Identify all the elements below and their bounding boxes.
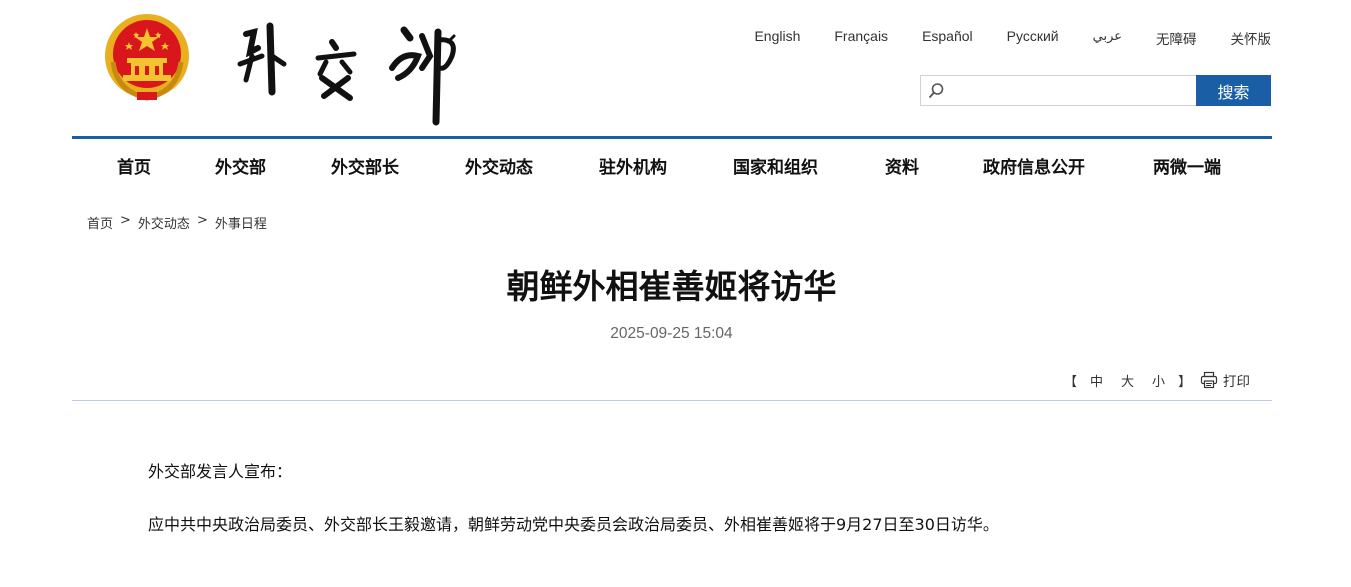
content-divider xyxy=(72,400,1272,401)
search-input[interactable] xyxy=(949,78,1189,103)
breadcrumb-diplomatic-news-link[interactable]: 外交动态 xyxy=(138,213,190,232)
search-box xyxy=(920,75,1197,106)
main-nav: 首页 外交部 外交部长 外交动态 驻外机构 国家和组织 资料 政府信息公开 两微… xyxy=(72,139,1272,189)
breadcrumb-separator: > xyxy=(196,213,208,228)
nav-item-countries-organizations[interactable]: 国家和组织 xyxy=(733,153,818,178)
nav-item-minister[interactable]: 外交部长 xyxy=(331,153,399,178)
site-header: English Français Español Русский عربي 无障… xyxy=(0,0,1351,136)
search-button[interactable]: 搜索 xyxy=(1196,75,1271,106)
article-paragraph: 外交部发言人宣布： xyxy=(148,462,293,481)
search-icon xyxy=(928,83,944,99)
language-bar: English Français Español Русский عربي 无障… xyxy=(754,28,1271,48)
font-size-medium-button[interactable]: 大 xyxy=(1121,371,1134,390)
article-paragraph: 应中共中央政治局委员、外交部长王毅邀请，朝鲜劳动党中央委员会政治局委员、外相崔善… xyxy=(148,515,999,534)
breadcrumb-home-link[interactable]: 首页 xyxy=(87,213,113,232)
elderly-care-mode-link[interactable]: 关怀版 xyxy=(1231,28,1272,48)
print-label: 打印 xyxy=(1223,374,1250,390)
printer-icon xyxy=(1200,371,1218,389)
lang-arabic-link[interactable]: عربي xyxy=(1093,28,1122,48)
lang-english-link[interactable]: English xyxy=(754,28,800,48)
breadcrumb-schedule-link[interactable]: 外事日程 xyxy=(215,213,267,232)
font-size-small-button[interactable]: 小 xyxy=(1152,371,1165,390)
nav-item-diplomatic-news[interactable]: 外交动态 xyxy=(465,153,533,178)
nav-item-ministry[interactable]: 外交部 xyxy=(215,153,266,178)
nav-item-resources[interactable]: 资料 xyxy=(885,153,919,178)
breadcrumb-separator: > xyxy=(120,213,131,228)
nav-item-government-info[interactable]: 政府信息公开 xyxy=(983,153,1085,178)
national-emblem-icon[interactable] xyxy=(103,12,191,102)
bracket-open: 【 xyxy=(1064,375,1078,390)
font-size-controls: 【 中 大 小 】 xyxy=(1060,371,1195,390)
article-title: 朝鲜外相崔善姬将访华 xyxy=(506,267,837,306)
font-size-large-button[interactable]: 中 xyxy=(1090,371,1103,390)
print-button[interactable]: 打印 xyxy=(1200,370,1250,390)
bracket-close: 】 xyxy=(1178,375,1192,390)
lang-french-link[interactable]: Français xyxy=(834,28,888,48)
nav-item-social-media[interactable]: 两微一端 xyxy=(1153,153,1221,178)
lang-spanish-link[interactable]: Español xyxy=(922,28,973,48)
article-date: 2025-09-25 15:04 xyxy=(610,325,733,342)
lang-russian-link[interactable]: Русский xyxy=(1007,28,1059,48)
accessibility-link[interactable]: 无障碍 xyxy=(1156,28,1197,48)
nav-item-home[interactable]: 首页 xyxy=(117,153,151,178)
nav-item-missions-abroad[interactable]: 驻外机构 xyxy=(599,153,667,178)
ministry-calligraphy-logo[interactable] xyxy=(232,12,464,128)
breadcrumb: 首页 > 外交动态 > 外事日程 xyxy=(87,213,267,232)
